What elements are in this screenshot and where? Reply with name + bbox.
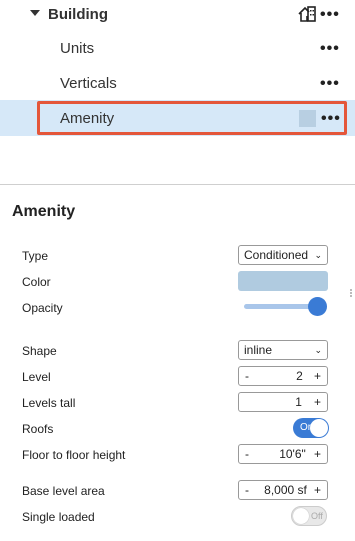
shape-value: inline [244, 343, 273, 357]
toggle-knob [293, 508, 309, 524]
chevron-down-icon: ⌄ [314, 344, 322, 355]
levels-tall-label: Levels tall [22, 396, 76, 410]
decrement-button[interactable]: - [245, 369, 249, 383]
more-options-icon[interactable]: ••• [320, 76, 340, 92]
building-icon[interactable] [298, 6, 316, 27]
section-divider [0, 184, 355, 185]
panel-title: Amenity [12, 203, 76, 220]
increment-button[interactable]: + [314, 395, 321, 409]
type-value: Conditioned [244, 248, 309, 262]
tree-item-verticals[interactable]: Verticals ••• [0, 69, 355, 99]
base-area-label: Base level area [22, 484, 105, 498]
color-swatch[interactable] [299, 110, 316, 127]
roofs-toggle[interactable]: On [293, 418, 329, 438]
floor-height-value[interactable]: 10'6" [279, 447, 306, 461]
decrement-button[interactable]: - [245, 483, 249, 497]
opacity-label: Opacity [22, 301, 63, 315]
tree-item-label: Units [60, 40, 95, 57]
single-loaded-label: Single loaded [22, 510, 95, 524]
tree-item-label: Building [48, 6, 108, 23]
increment-button[interactable]: + [314, 369, 321, 383]
toggle-knob [310, 419, 328, 437]
roofs-label: Roofs [22, 422, 54, 436]
caret-down-icon[interactable] [30, 10, 40, 16]
shape-label: Shape [22, 344, 57, 358]
color-picker[interactable] [238, 271, 328, 291]
base-area-value[interactable]: 8,000 sf [264, 483, 307, 497]
levels-tall-value[interactable]: 1 [295, 395, 302, 409]
level-label: Level [22, 370, 51, 384]
decrement-button[interactable]: - [245, 447, 249, 461]
toggle-state-label: Off [311, 511, 323, 521]
slider-handle[interactable] [308, 297, 327, 316]
more-options-icon[interactable]: ••• [320, 7, 340, 23]
increment-button[interactable]: + [314, 447, 321, 461]
color-label: Color [22, 275, 51, 289]
levels-tall-stepper[interactable]: 1 + [238, 392, 328, 412]
tree-item-label: Verticals [60, 75, 117, 92]
floor-height-label: Floor to floor height [22, 448, 126, 462]
floor-height-stepper[interactable]: - 10'6" + [238, 444, 328, 464]
tree-item-building[interactable]: Building ••• [0, 0, 355, 30]
level-stepper[interactable]: - 2 + [238, 366, 328, 386]
type-select[interactable]: Conditioned ⌄ [238, 245, 328, 265]
chevron-down-icon: ⌄ [314, 249, 322, 260]
tree-item-units[interactable]: Units ••• [0, 34, 355, 64]
more-options-icon[interactable]: ••• [320, 41, 340, 57]
type-label: Type [22, 249, 49, 263]
base-area-stepper[interactable]: - 8,000 sf + [238, 480, 328, 500]
more-options-icon[interactable]: ••• [321, 111, 341, 127]
tree-item-amenity[interactable]: Amenity ••• [0, 100, 355, 136]
single-loaded-toggle[interactable]: Off [291, 506, 327, 526]
level-value[interactable]: 2 [296, 369, 303, 383]
tree-item-label: Amenity [60, 110, 115, 127]
shape-select[interactable]: inline ⌄ [238, 340, 328, 360]
increment-button[interactable]: + [314, 483, 321, 497]
scroll-handle[interactable] [350, 288, 353, 302]
opacity-slider[interactable] [244, 297, 328, 317]
